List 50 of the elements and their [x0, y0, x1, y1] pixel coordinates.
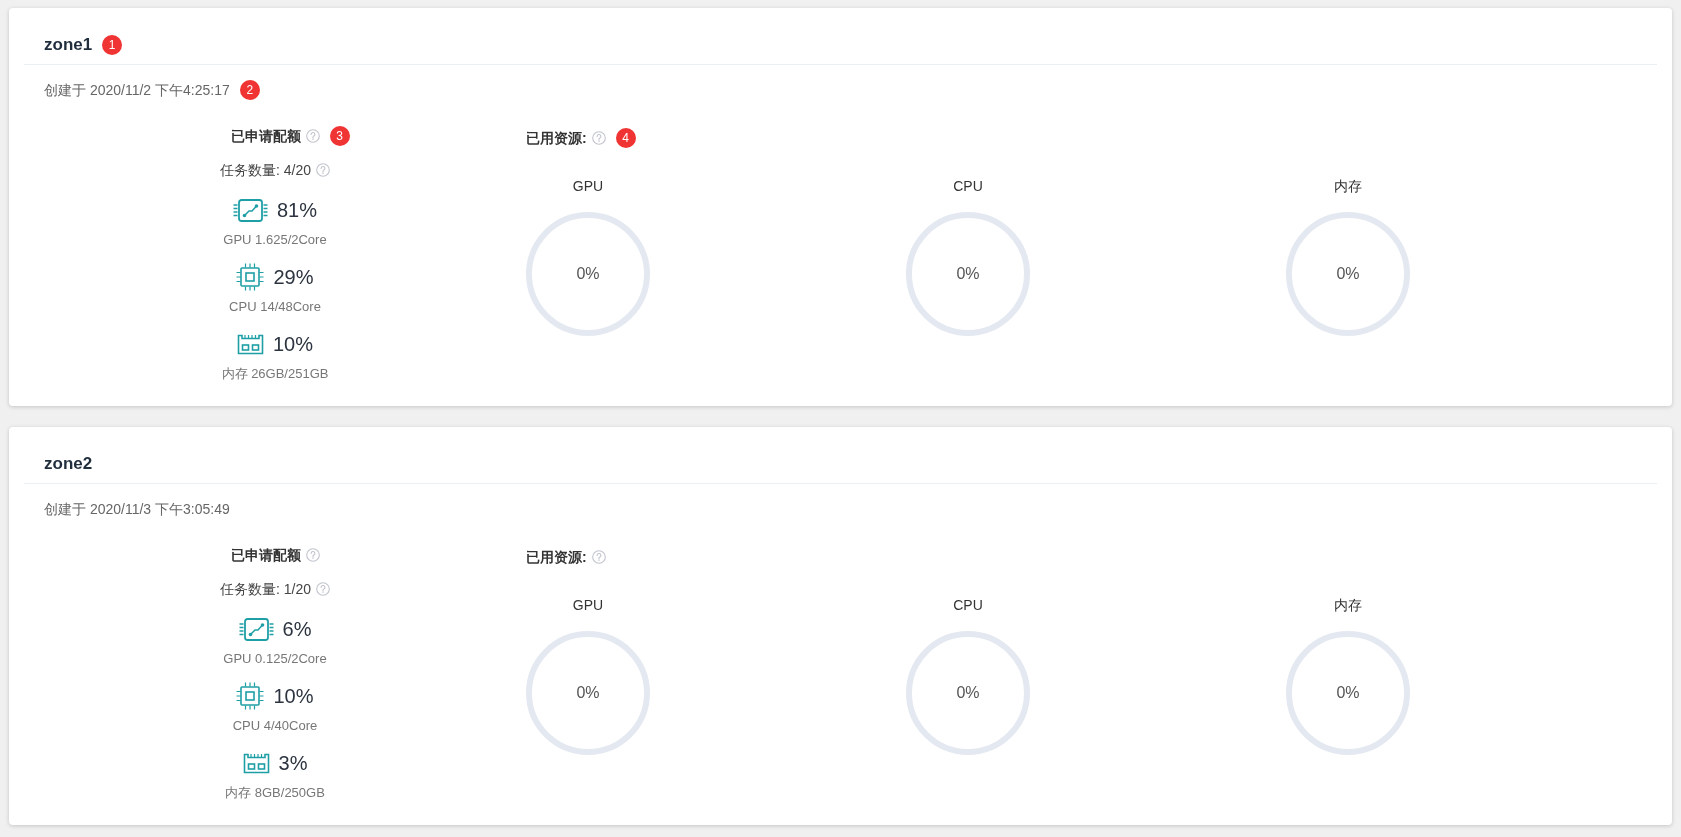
quota-heading: 已申请配额 — [230, 546, 301, 565]
quota-detail: GPU 0.125/2Core — [223, 650, 327, 668]
memory-module-icon — [242, 752, 270, 774]
ring-percent: 0% — [956, 264, 980, 284]
ring-label: CPU — [953, 596, 983, 615]
zone-title: zone2 — [44, 453, 93, 475]
quota-percent: 81% — [277, 198, 317, 223]
quota-detail: CPU 4/40Core — [232, 717, 318, 735]
annotation-marker: 4 — [615, 128, 636, 148]
help-icon[interactable] — [591, 131, 606, 145]
created-time-text: 创建于 2020/11/3 下午3:05:49 — [44, 500, 230, 519]
quota-percent: 6% — [282, 617, 312, 642]
ring-percent: 0% — [1336, 683, 1360, 703]
ring-label: GPU — [572, 177, 604, 196]
help-icon[interactable] — [316, 582, 330, 596]
processor-chip-icon — [236, 682, 265, 710]
chip-chart-icon — [233, 198, 268, 222]
usage-heading: 已用资源: — [526, 129, 587, 148]
ring-percent: 0% — [576, 683, 600, 703]
ring-percent: 0% — [576, 264, 600, 284]
quota-heading: 已申请配额 — [230, 127, 301, 146]
ring-percent: 0% — [956, 683, 980, 703]
task-count-text: 任务数量: 4/20 — [220, 161, 311, 180]
processor-chip-icon — [236, 263, 265, 291]
quota-percent: 29% — [273, 265, 314, 290]
created-time-text: 创建于 2020/11/2 下午4:25:17 — [44, 81, 230, 100]
ring-label: 内存 — [1334, 177, 1362, 196]
ring-percent: 0% — [1336, 264, 1360, 284]
quota-percent: 10% — [273, 332, 313, 357]
help-icon[interactable] — [305, 548, 320, 562]
usage-heading: 已用资源: — [526, 548, 587, 567]
help-icon[interactable] — [591, 550, 606, 564]
quota-percent: 10% — [273, 684, 314, 709]
help-icon[interactable] — [305, 129, 320, 143]
quota-detail: 内存 8GB/250GB — [225, 784, 325, 802]
chip-chart-icon — [238, 617, 274, 641]
task-count-text: 任务数量: 1/20 — [220, 580, 311, 599]
help-icon[interactable] — [316, 163, 330, 177]
quota-detail: 内存 26GB/251GB — [221, 365, 329, 383]
zone-title: zone1 — [44, 34, 93, 56]
annotation-marker: 1 — [102, 35, 123, 55]
quota-percent: 3% — [278, 751, 308, 776]
quota-detail: CPU 14/48Core — [229, 298, 321, 316]
quota-detail: GPU 1.625/2Core — [223, 231, 327, 249]
annotation-marker: 2 — [239, 80, 260, 100]
ring-label: GPU — [572, 596, 604, 615]
annotation-marker: 3 — [329, 126, 350, 146]
memory-module-icon — [237, 333, 264, 355]
ring-label: CPU — [953, 177, 983, 196]
ring-label: 内存 — [1334, 596, 1362, 615]
